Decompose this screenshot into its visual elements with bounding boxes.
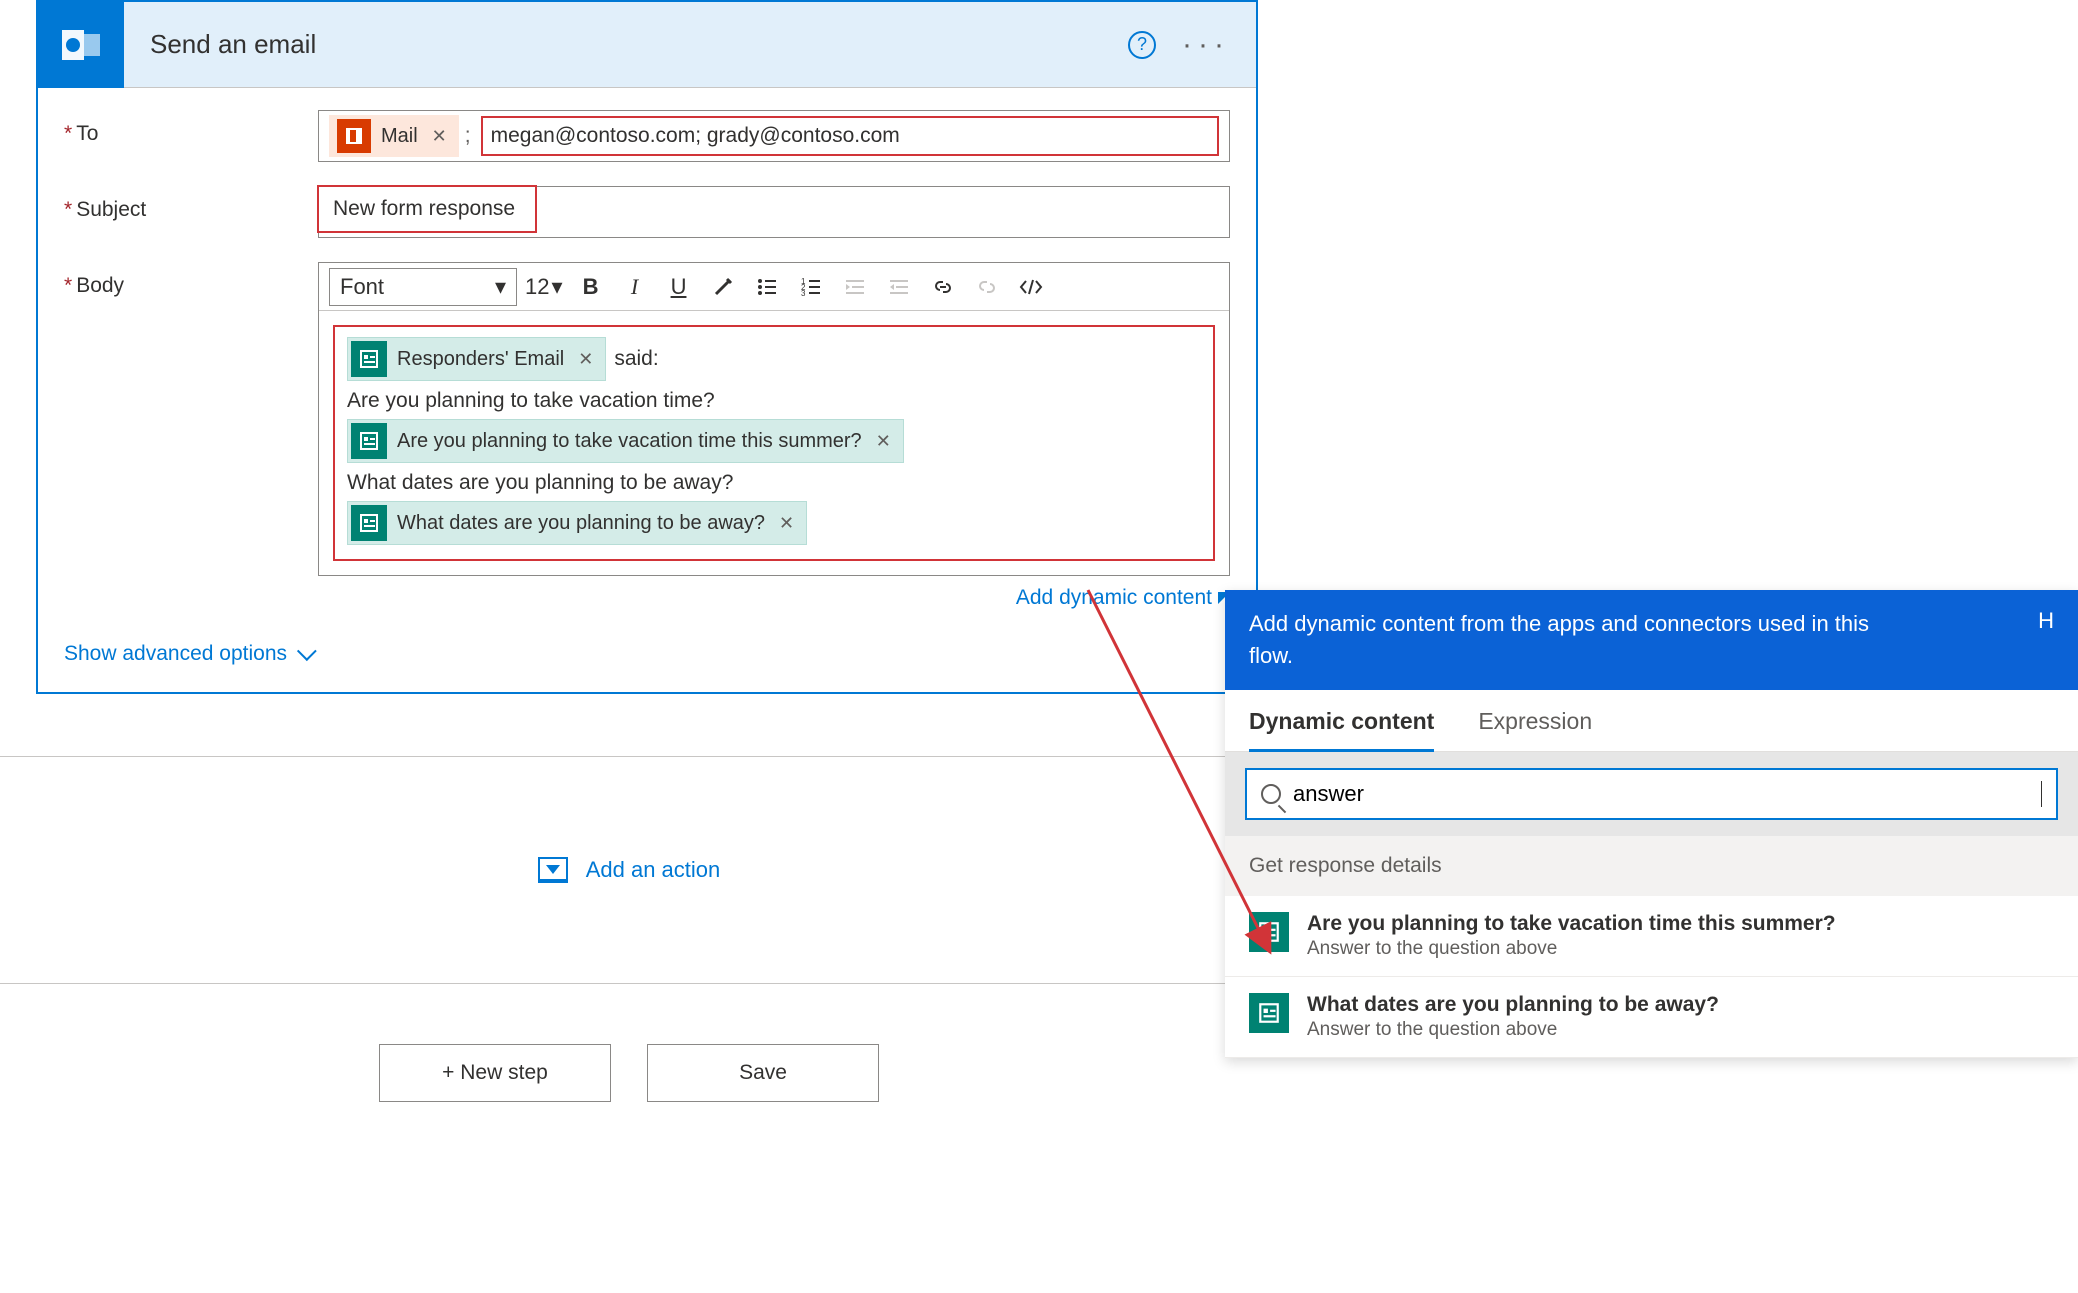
code-view-button[interactable]: [1011, 268, 1051, 306]
forms-icon: [1249, 993, 1289, 1033]
underline-button[interactable]: U: [659, 268, 699, 306]
q1-token-label: Are you planning to take vacation time t…: [397, 430, 862, 453]
subject-label: *Subject: [64, 186, 318, 222]
outdent-button[interactable]: [835, 268, 875, 306]
forms-icon: [351, 423, 387, 459]
card-body: *To Mail ✕ ; megan@contoso.com; g: [38, 88, 1256, 692]
body-content[interactable]: Responders' Email ✕ said: Are you planni…: [333, 325, 1215, 561]
font-size-value: 12: [525, 274, 549, 300]
to-text-highlight[interactable]: megan@contoso.com; grady@contoso.com: [481, 116, 1219, 156]
token-remove-icon[interactable]: ✕: [574, 349, 597, 370]
mail-token-label: Mail: [381, 125, 418, 148]
q2-answer-token[interactable]: What dates are you planning to be away? …: [347, 501, 807, 545]
dc-search-wrap: [1225, 752, 2078, 836]
body-label: *Body: [64, 262, 318, 298]
add-action-icon: [538, 857, 568, 883]
to-value: megan@contoso.com; grady@contoso.com: [491, 124, 900, 148]
chevron-down-icon: ▾: [551, 274, 562, 300]
bullet-list-button[interactable]: [747, 268, 787, 306]
token-remove-icon[interactable]: ✕: [775, 513, 798, 534]
said-text: said:: [614, 347, 658, 371]
font-select[interactable]: Font ▾: [329, 268, 517, 306]
forms-icon: [1249, 912, 1289, 952]
dc-section-title: Get response details: [1249, 854, 1442, 877]
subject-label-text: Subject: [76, 198, 146, 221]
dc-item-title: What dates are you planning to be away?: [1307, 993, 1719, 1017]
q2-token-label: What dates are you planning to be away?: [397, 512, 765, 535]
subject-input[interactable]: New form response: [318, 186, 1230, 238]
dc-item[interactable]: What dates are you planning to be away? …: [1225, 977, 2078, 1058]
dynamic-content-panel: Add dynamic content from the apps and co…: [1225, 590, 2078, 1058]
dc-item-sub: Answer to the question above: [1307, 1019, 1719, 1041]
to-label: *To: [64, 110, 318, 146]
font-label: Font: [340, 274, 384, 300]
body-q1-text: Are you planning to take vacation time?: [347, 389, 1201, 413]
add-dynamic-content-link[interactable]: Add dynamic content: [318, 576, 1230, 610]
chevron-down-icon: ▾: [495, 274, 506, 300]
dc-section-header: Get response details: [1225, 836, 2078, 896]
svg-text:3: 3: [801, 289, 806, 298]
more-icon[interactable]: ···: [1182, 28, 1230, 62]
body-label-text: Body: [76, 274, 124, 297]
to-label-text: To: [76, 122, 98, 145]
dc-banner-right[interactable]: H: [2038, 608, 2054, 634]
new-step-label: + New step: [442, 1061, 548, 1084]
save-button[interactable]: Save: [647, 1044, 879, 1102]
tab-dynamic-content[interactable]: Dynamic content: [1249, 708, 1434, 752]
add-action-bar[interactable]: Add an action: [0, 756, 1258, 984]
tab-dynamic-label: Dynamic content: [1249, 708, 1434, 734]
mail-token[interactable]: Mail ✕: [329, 115, 459, 157]
unlink-button[interactable]: [967, 268, 1007, 306]
italic-button[interactable]: I: [615, 268, 655, 306]
responders-email-token[interactable]: Responders' Email ✕: [347, 337, 606, 381]
forms-icon: [351, 505, 387, 541]
cursor: [2041, 781, 2042, 807]
dc-item-sub: Answer to the question above: [1307, 938, 1836, 960]
chevron-down-icon: [297, 641, 317, 661]
show-advanced-label: Show advanced options: [64, 642, 287, 666]
link-button[interactable]: [923, 268, 963, 306]
rte-toolbar: Font ▾ 12 ▾ B I U: [319, 263, 1229, 311]
office-icon: [337, 119, 371, 153]
mail-token-remove-icon[interactable]: ✕: [428, 126, 451, 147]
dc-tabs: Dynamic content Expression: [1225, 690, 2078, 752]
body-editor: Font ▾ 12 ▾ B I U: [318, 262, 1230, 576]
q1-answer-token[interactable]: Are you planning to take vacation time t…: [347, 419, 904, 463]
subject-highlight: New form response: [317, 185, 537, 233]
outlook-icon: [38, 2, 124, 88]
send-email-card: Send an email ? ··· *To Mail ✕: [36, 0, 1258, 694]
to-input[interactable]: Mail ✕ ; megan@contoso.com; grady@contos…: [318, 110, 1230, 162]
add-dynamic-label: Add dynamic content: [1016, 586, 1212, 610]
number-list-button[interactable]: 123: [791, 268, 831, 306]
add-action-label: Add an action: [586, 857, 721, 883]
indent-button[interactable]: [879, 268, 919, 306]
body-row: *Body Font ▾ 12 ▾ B I U: [64, 262, 1230, 610]
dc-banner-text: Add dynamic content from the apps and co…: [1249, 608, 1889, 672]
dc-search-input[interactable]: [1293, 781, 2029, 807]
card-title: Send an email: [124, 29, 1128, 60]
token-remove-icon[interactable]: ✕: [872, 431, 895, 452]
font-size-select[interactable]: 12 ▾: [521, 274, 567, 300]
search-icon: [1261, 784, 1281, 804]
card-header: Send an email ? ···: [38, 2, 1256, 88]
to-row: *To Mail ✕ ; megan@contoso.com; g: [64, 110, 1230, 162]
font-color-button[interactable]: [703, 268, 743, 306]
subject-value: New form response: [333, 197, 515, 220]
tab-expression[interactable]: Expression: [1478, 708, 1592, 751]
save-label: Save: [739, 1061, 787, 1084]
show-advanced-options[interactable]: Show advanced options: [64, 616, 1230, 666]
new-step-button[interactable]: + New step: [379, 1044, 611, 1102]
help-icon[interactable]: ?: [1128, 31, 1156, 59]
bold-button[interactable]: B: [571, 268, 611, 306]
dc-banner: Add dynamic content from the apps and co…: [1225, 590, 2078, 690]
subject-row: *Subject New form response: [64, 186, 1230, 238]
bottom-buttons: + New step Save: [0, 1044, 1258, 1102]
responders-token-label: Responders' Email: [397, 348, 564, 371]
dc-item[interactable]: Are you planning to take vacation time t…: [1225, 896, 2078, 977]
tab-expression-label: Expression: [1478, 708, 1592, 734]
forms-icon: [351, 341, 387, 377]
dc-search[interactable]: [1245, 768, 2058, 820]
body-q2-text: What dates are you planning to be away?: [347, 471, 1201, 495]
dc-item-title: Are you planning to take vacation time t…: [1307, 912, 1836, 936]
